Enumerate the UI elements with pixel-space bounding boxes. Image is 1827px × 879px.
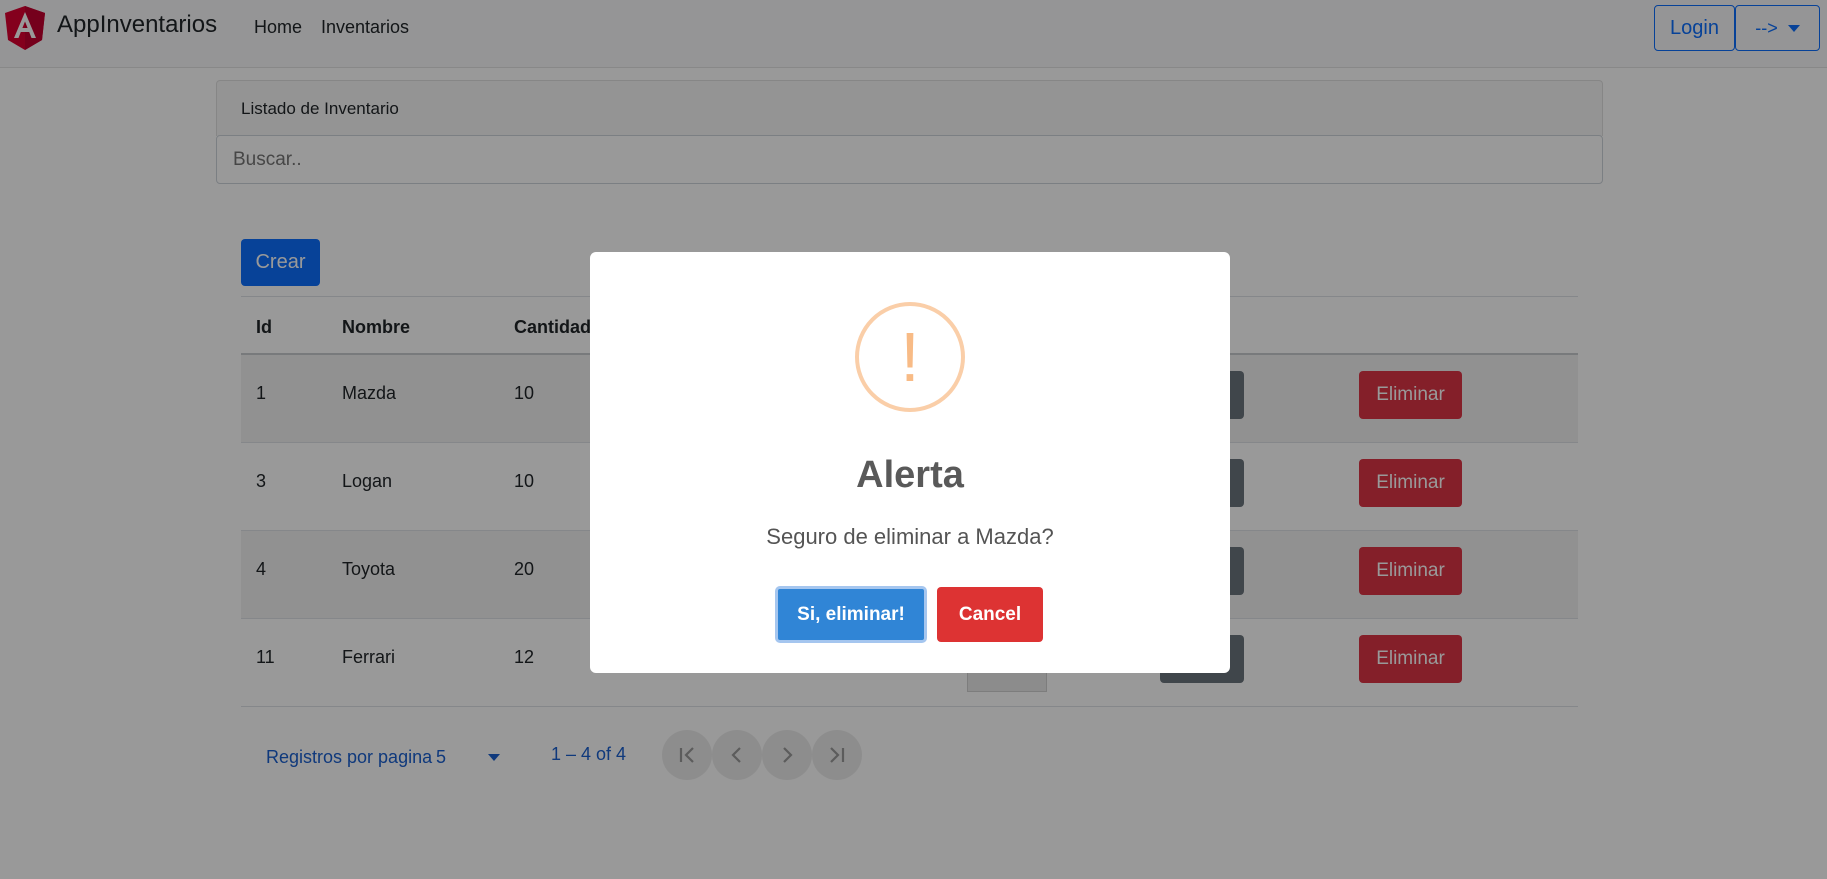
cancel-button[interactable]: Cancel [937, 587, 1043, 642]
confirm-label: Si, eliminar! [797, 603, 905, 625]
cancel-label: Cancel [958, 603, 1022, 625]
warning-icon: ! [855, 302, 965, 412]
confirm-delete-button[interactable]: Si, eliminar! [775, 586, 927, 643]
alert-dialog: ! Alerta Seguro de eliminar a Mazda? Si,… [590, 252, 1230, 673]
dialog-title: Alerta [856, 454, 964, 496]
dialog-message: Seguro de eliminar a Mazda? [766, 524, 1054, 549]
